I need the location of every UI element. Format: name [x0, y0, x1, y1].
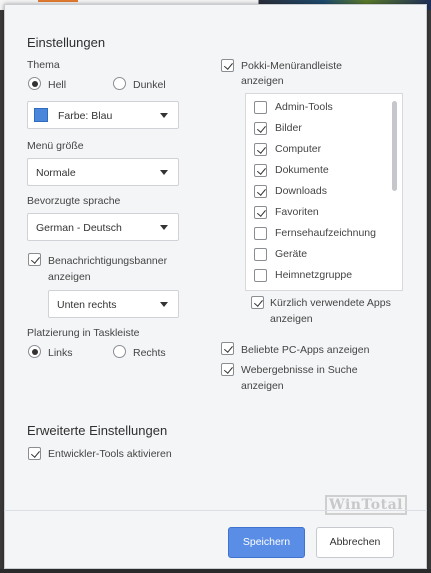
save-button[interactable]: Speichern [228, 527, 305, 558]
theme-light-label: Hell [48, 79, 67, 91]
popular-apps-checkbox[interactable] [221, 342, 234, 355]
popular-apps-label: Beliebte PC-Apps anzeigen [241, 344, 370, 356]
watermark-logo: WinTotal [325, 495, 407, 515]
theme-label: Thema [27, 59, 60, 71]
list-item[interactable]: Fernsehaufzeichnung [246, 223, 386, 244]
list-item-checkbox[interactable] [254, 122, 267, 135]
list-item[interactable]: Favoriten [246, 202, 386, 223]
language-select[interactable]: German - Deutsch [27, 213, 179, 241]
menu-size-value: Normale [36, 167, 76, 179]
taskbar-right-radio[interactable] [113, 345, 126, 358]
settings-title: Einstellungen [27, 35, 106, 50]
list-item[interactable]: Bilder [246, 118, 386, 139]
language-value: German - Deutsch [36, 222, 122, 234]
web-results-checkbox[interactable] [221, 363, 234, 376]
notification-position-select[interactable]: Unten rechts [48, 290, 179, 318]
chevron-down-icon [160, 302, 168, 307]
web-results-label-2: anzeigen [241, 380, 284, 392]
list-item-label: Downloads [275, 185, 327, 197]
list-item-checkbox[interactable] [254, 164, 267, 177]
theme-dark-label: Dunkel [133, 79, 166, 91]
taskbar-left-radio[interactable] [28, 345, 41, 358]
list-item[interactable]: Dokumente [246, 160, 386, 181]
color-select-value: Farbe: Blau [58, 110, 113, 122]
recent-apps-label-2: anzeigen [270, 313, 313, 325]
pokki-sidebar-label: Pokki-Menürandleiste [241, 60, 342, 72]
list-item-label: Heimnetzgruppe [275, 269, 353, 281]
web-results-label: Webergebnisse in Suche [241, 364, 358, 376]
chevron-down-icon [160, 225, 168, 230]
list-scrollbar[interactable] [392, 101, 397, 191]
recent-apps-label: Kürzlich verwendete Apps [270, 297, 391, 309]
taskbar-right-label: Rechts [133, 347, 166, 359]
pokki-sidebar-label-2: anzeigen [241, 75, 284, 87]
list-item-label: Geräte [275, 248, 308, 260]
dev-tools-label: Entwickler-Tools aktivieren [48, 448, 172, 460]
taskbar-left-label: Links [48, 347, 73, 359]
list-item-checkbox[interactable] [254, 227, 267, 240]
color-swatch [34, 108, 48, 122]
footer-divider [4, 510, 427, 511]
recent-apps-checkbox[interactable] [251, 296, 264, 309]
color-select[interactable]: Farbe: Blau [27, 101, 179, 129]
menu-size-select[interactable]: Normale [27, 158, 179, 186]
cancel-button[interactable]: Abbrechen [316, 527, 394, 558]
theme-light-radio[interactable] [28, 77, 41, 90]
list-item-checkbox[interactable] [254, 206, 267, 219]
list-item-label: Dokumente [275, 164, 329, 176]
list-item-checkbox[interactable] [254, 143, 267, 156]
settings-dialog: Einstellungen Thema Hell Dunkel Farbe: B… [4, 4, 427, 569]
list-item-label: Computer [275, 143, 322, 155]
watermark-text: WinTotal [325, 495, 407, 515]
chevron-down-icon [160, 113, 168, 118]
language-label: Bevorzugte sprache [27, 195, 121, 207]
notification-banner-checkbox[interactable] [28, 253, 41, 266]
theme-dark-radio[interactable] [113, 77, 126, 90]
notification-position-value: Unten rechts [57, 299, 117, 311]
list-item-label: Fernsehaufzeichnung [275, 227, 376, 239]
list-item[interactable]: Heimnetzgruppe [246, 265, 386, 286]
desktop-accent [38, 0, 78, 2]
list-item-checkbox[interactable] [254, 269, 267, 282]
list-item-checkbox[interactable] [254, 248, 267, 261]
list-item[interactable]: Geräte [246, 244, 386, 265]
list-item[interactable]: Admin-Tools [246, 97, 386, 118]
list-item-label: Bilder [275, 122, 302, 134]
sidebar-items-list[interactable]: Admin-Tools Bilder Computer Dokumente Do… [245, 93, 403, 291]
list-item-checkbox[interactable] [254, 185, 267, 198]
list-item-label: Admin-Tools [275, 101, 333, 113]
chevron-down-icon [160, 170, 168, 175]
notification-banner-label: Benachrichtigungsbanner [48, 255, 168, 267]
advanced-title: Erweiterte Einstellungen [27, 423, 168, 438]
notification-banner-label-2: anzeigen [48, 271, 91, 283]
list-item[interactable]: Computer [246, 139, 386, 160]
list-item[interactable]: Downloads [246, 181, 386, 202]
list-item-label: Favoriten [275, 206, 319, 218]
dev-tools-checkbox[interactable] [28, 447, 41, 460]
taskbar-label: Platzierung in Taskleiste [27, 327, 140, 339]
list-item-checkbox[interactable] [254, 101, 267, 114]
desktop-bottom-strip [0, 569, 431, 573]
menu-size-label: Menü größe [27, 140, 84, 152]
pokki-sidebar-checkbox[interactable] [221, 59, 234, 72]
